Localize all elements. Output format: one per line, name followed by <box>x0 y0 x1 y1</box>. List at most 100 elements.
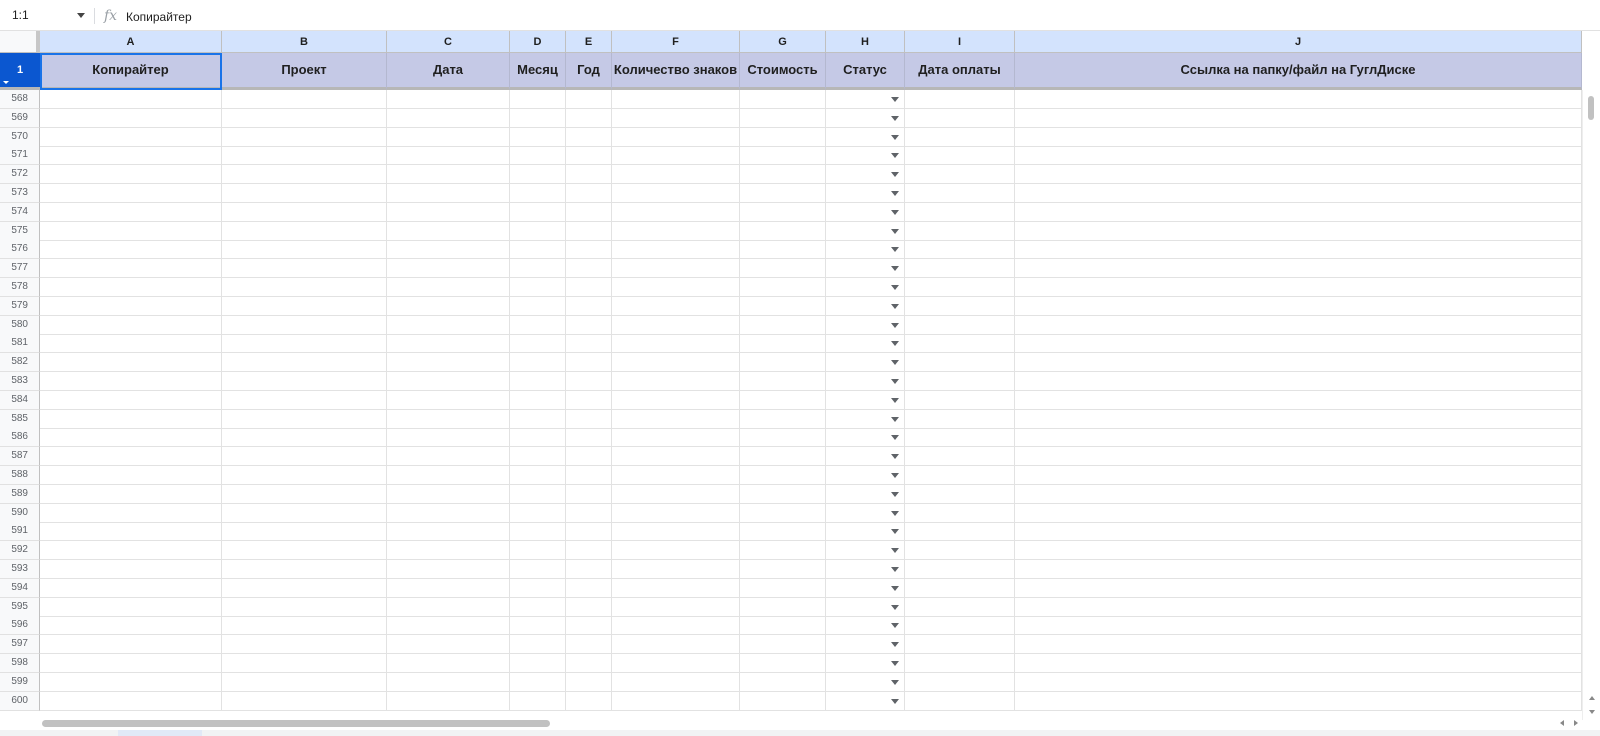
cell-g[interactable] <box>740 691 826 711</box>
cell-g[interactable] <box>740 296 826 316</box>
cell-h[interactable] <box>826 202 905 222</box>
cell-f[interactable] <box>612 259 740 279</box>
cell-c[interactable] <box>387 578 510 598</box>
cell-b[interactable] <box>222 315 387 335</box>
cell-j[interactable] <box>1015 578 1582 598</box>
row-header[interactable]: 573 <box>0 184 40 203</box>
cell-i[interactable] <box>905 240 1015 260</box>
cell-a[interactable] <box>40 184 222 203</box>
row-header[interactable]: 588 <box>0 466 40 485</box>
cell-a[interactable] <box>40 522 222 542</box>
row-header[interactable]: 585 <box>0 409 40 429</box>
cell-h[interactable] <box>826 691 905 711</box>
cell-j[interactable] <box>1015 334 1582 354</box>
cell-f[interactable] <box>612 578 740 598</box>
cell-i[interactable] <box>905 202 1015 222</box>
cell-f[interactable] <box>612 90 740 109</box>
cell-j[interactable] <box>1015 597 1582 617</box>
cell-i[interactable] <box>905 259 1015 279</box>
dropdown-arrow-icon[interactable] <box>891 285 899 290</box>
cell-h[interactable] <box>826 672 905 692</box>
cell-a[interactable] <box>40 278 222 297</box>
cell-g[interactable] <box>740 334 826 354</box>
cell-d[interactable] <box>510 691 566 711</box>
cell-i[interactable] <box>905 390 1015 410</box>
dropdown-arrow-icon[interactable] <box>891 228 899 234</box>
cell-f[interactable] <box>612 616 740 636</box>
cell-h[interactable] <box>826 447 905 467</box>
cell-c[interactable] <box>387 522 510 542</box>
header-cell-d[interactable]: Месяц <box>510 53 566 90</box>
cell-e[interactable] <box>566 597 612 617</box>
cell-g[interactable] <box>740 597 826 617</box>
cell-a[interactable] <box>40 372 222 391</box>
row-header[interactable]: 576 <box>0 240 40 260</box>
dropdown-arrow-icon[interactable] <box>891 303 899 309</box>
column-header-h[interactable]: H <box>826 31 905 53</box>
cell-e[interactable] <box>566 353 612 373</box>
cell-e[interactable] <box>566 127 612 147</box>
cell-b[interactable] <box>222 466 387 485</box>
cell-g[interactable] <box>740 578 826 598</box>
cell-j[interactable] <box>1015 221 1582 241</box>
dropdown-arrow-icon[interactable] <box>891 679 899 685</box>
cell-a[interactable] <box>40 672 222 692</box>
cell-g[interactable] <box>740 240 826 260</box>
cell-c[interactable] <box>387 635 510 655</box>
cell-i[interactable] <box>905 353 1015 373</box>
cell-a[interactable] <box>40 484 222 504</box>
cell-f[interactable] <box>612 597 740 617</box>
cell-h[interactable] <box>826 597 905 617</box>
cell-e[interactable] <box>566 240 612 260</box>
cell-f[interactable] <box>612 240 740 260</box>
cell-e[interactable] <box>566 184 612 203</box>
cell-i[interactable] <box>905 466 1015 485</box>
cell-d[interactable] <box>510 334 566 354</box>
cell-b[interactable] <box>222 372 387 391</box>
cell-g[interactable] <box>740 541 826 561</box>
dropdown-arrow-icon[interactable] <box>891 454 899 460</box>
cell-e[interactable] <box>566 616 612 636</box>
cell-d[interactable] <box>510 560 566 579</box>
cell-c[interactable] <box>387 315 510 335</box>
cell-a[interactable] <box>40 221 222 241</box>
cell-j[interactable] <box>1015 409 1582 429</box>
header-cell-f[interactable]: Количество знаков <box>612 53 740 90</box>
cell-b[interactable] <box>222 597 387 617</box>
dropdown-arrow-icon[interactable] <box>891 115 899 121</box>
cell-b[interactable] <box>222 184 387 203</box>
cell-g[interactable] <box>740 108 826 128</box>
cell-g[interactable] <box>740 522 826 542</box>
cell-f[interactable] <box>612 353 740 373</box>
cell-h[interactable] <box>826 616 905 636</box>
cell-g[interactable] <box>740 616 826 636</box>
select-all-corner[interactable] <box>0 31 40 53</box>
cell-a[interactable] <box>40 466 222 485</box>
cell-d[interactable] <box>510 578 566 598</box>
cell-e[interactable] <box>566 560 612 579</box>
cell-g[interactable] <box>740 654 826 673</box>
dropdown-arrow-icon[interactable] <box>891 172 899 178</box>
row-header[interactable]: 594 <box>0 578 40 598</box>
cell-h[interactable] <box>826 560 905 579</box>
cell-b[interactable] <box>222 541 387 561</box>
cell-d[interactable] <box>510 315 566 335</box>
cell-a[interactable] <box>40 541 222 561</box>
cell-a[interactable] <box>40 578 222 598</box>
cell-f[interactable] <box>612 466 740 485</box>
cell-f[interactable] <box>612 635 740 655</box>
cell-a[interactable] <box>40 616 222 636</box>
cell-g[interactable] <box>740 635 826 655</box>
cell-g[interactable] <box>740 202 826 222</box>
dropdown-arrow-icon[interactable] <box>891 604 899 610</box>
cell-c[interactable] <box>387 146 510 166</box>
cell-b[interactable] <box>222 447 387 467</box>
cell-d[interactable] <box>510 672 566 692</box>
cell-j[interactable] <box>1015 635 1582 655</box>
cell-a[interactable] <box>40 315 222 335</box>
row-header[interactable]: 595 <box>0 597 40 617</box>
cell-d[interactable] <box>510 616 566 636</box>
cell-h[interactable] <box>826 635 905 655</box>
cell-e[interactable] <box>566 146 612 166</box>
cell-g[interactable] <box>740 447 826 467</box>
